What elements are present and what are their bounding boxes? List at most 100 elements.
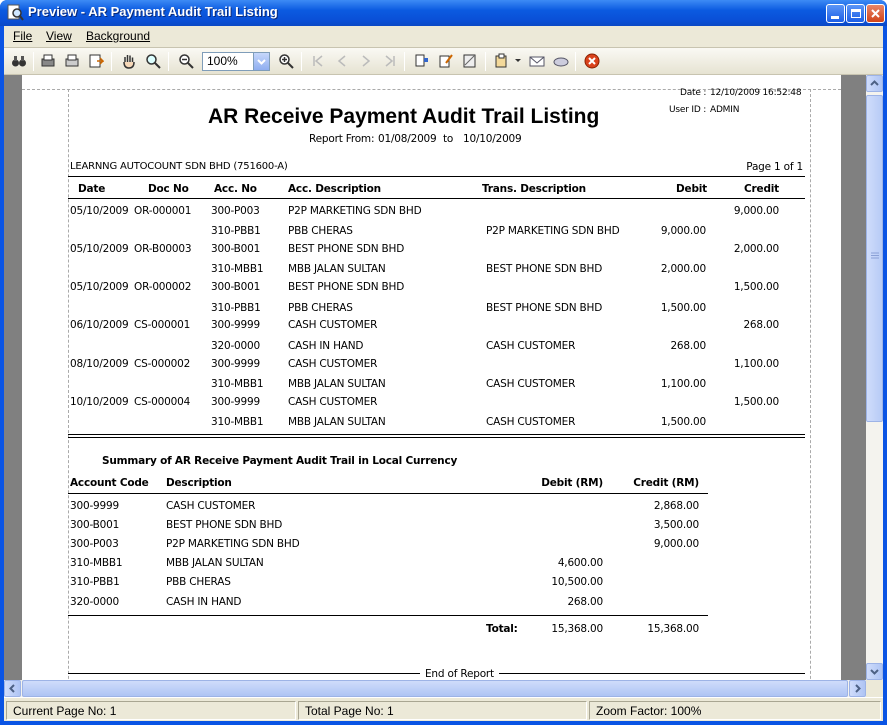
row-acc-description: CASH CUSTOMER	[288, 396, 378, 408]
summary-description: CASH CUSTOMER	[166, 500, 256, 512]
row-credit: 268.00	[743, 319, 779, 331]
report-page: Date : 12/10/2009 16:52:48 User ID : ADM…	[22, 75, 841, 680]
row-acc-no: 300-9999	[211, 396, 260, 408]
close-window-button[interactable]	[866, 4, 885, 23]
background-icon[interactable]	[462, 53, 478, 69]
summary-account-code: 310-MBB1	[70, 557, 123, 569]
horizontal-scroll-thumb[interactable]	[22, 680, 848, 697]
menu-background[interactable]: Background	[86, 29, 150, 43]
status-bar: Current Page No: 1 Total Page No: 1 Zoom…	[4, 697, 883, 721]
row-credit: 1,500.00	[733, 281, 779, 293]
row-date: 10/10/2009	[70, 396, 129, 408]
magnifier-icon[interactable]	[145, 53, 161, 69]
first-page-icon[interactable]	[310, 53, 326, 69]
row-trans-description: P2P MARKETING SDN BHD	[486, 225, 620, 237]
row-credit: 1,100.00	[733, 358, 779, 370]
col-debit: Debit	[676, 183, 707, 195]
vertical-scrollbar[interactable]	[866, 75, 883, 680]
vertical-scroll-thumb[interactable]	[866, 95, 883, 422]
end-of-report: End of Report	[420, 668, 499, 680]
row-date: 08/10/2009	[70, 358, 129, 370]
window-title: Preview - AR Payment Audit Trail Listing	[28, 4, 278, 19]
status-zoom-factor: Zoom Factor: 100%	[589, 701, 881, 720]
page-indicator: Page 1 of 1	[746, 161, 803, 173]
menu-view[interactable]: View	[46, 29, 72, 43]
row-date: 05/10/2009	[70, 243, 129, 255]
chevron-down-icon[interactable]	[253, 53, 269, 70]
zoom-out-icon[interactable]	[178, 53, 194, 69]
edit-page-icon[interactable]	[438, 53, 454, 69]
summary-account-code: 310-PBB1	[70, 576, 120, 588]
maximize-icon	[851, 9, 861, 18]
hand-tool-icon[interactable]	[121, 53, 137, 69]
row-acc-no: 300-B001	[211, 281, 261, 293]
summary-description: BEST PHONE SDN BHD	[166, 519, 283, 531]
toolbar-separator	[33, 52, 34, 71]
summary-description: MBB JALAN SULTAN	[166, 557, 264, 569]
row-acc-no: 300-9999	[211, 319, 260, 331]
maximize-button[interactable]	[846, 4, 865, 23]
zoom-in-icon[interactable]	[278, 53, 294, 69]
date-label: Date :	[680, 88, 707, 98]
row-acc-no: 310-PBB1	[211, 225, 261, 237]
report-range-from: 01/08/2009	[378, 133, 437, 145]
detail-end-line-1	[68, 434, 805, 435]
minimize-button[interactable]	[826, 4, 845, 23]
close-preview-icon[interactable]	[584, 53, 600, 69]
toolbar-separator	[301, 52, 302, 71]
scroll-down-button[interactable]	[866, 663, 883, 680]
row-debit: 1,500.00	[660, 302, 706, 314]
email-icon[interactable]	[529, 53, 545, 69]
export-button[interactable]	[88, 53, 104, 69]
row-credit: 2,000.00	[733, 243, 779, 255]
summary-total-line	[68, 615, 708, 616]
scroll-right-button[interactable]	[849, 680, 866, 697]
print-button[interactable]	[64, 53, 80, 69]
chevron-left-icon	[9, 684, 15, 693]
row-debit: 1,500.00	[660, 416, 706, 428]
zoom-combobox[interactable]: 100%	[202, 52, 270, 71]
zoom-value: 100%	[207, 54, 238, 68]
row-trans-description: CASH CUSTOMER	[486, 340, 576, 352]
summary-debit: 10,500.00	[551, 576, 603, 588]
status-total-page: Total Page No: 1	[298, 701, 587, 720]
chevron-down-icon[interactable]	[514, 58, 522, 64]
title-bar[interactable]: Preview - AR Payment Audit Trail Listing	[0, 0, 887, 26]
scroll-left-button[interactable]	[4, 680, 21, 697]
menu-file[interactable]: File	[13, 29, 32, 43]
report-viewport[interactable]: Date : 12/10/2009 16:52:48 User ID : ADM…	[4, 75, 866, 680]
page-layout-icon[interactable]	[414, 53, 430, 69]
toolbar-separator	[575, 52, 576, 71]
col-trans-description: Trans. Description	[482, 183, 586, 195]
summary-description: PBB CHERAS	[166, 576, 231, 588]
last-page-icon[interactable]	[382, 53, 398, 69]
summary-account-code: 300-B001	[70, 519, 120, 531]
row-acc-description: BEST PHONE SDN BHD	[288, 281, 405, 293]
row-acc-description: BEST PHONE SDN BHD	[288, 243, 405, 255]
horizontal-scrollbar[interactable]	[4, 680, 866, 697]
report-range-prefix: Report From:	[309, 133, 375, 145]
scroll-up-button[interactable]	[866, 75, 883, 92]
watermark-icon[interactable]	[553, 53, 569, 69]
report-range-to: 10/10/2009	[463, 133, 522, 145]
toolbar-separator	[485, 52, 486, 71]
header-top-line	[68, 176, 805, 177]
previous-page-icon[interactable]	[334, 53, 350, 69]
next-page-icon[interactable]	[358, 53, 374, 69]
row-credit: 1,500.00	[733, 396, 779, 408]
row-trans-description: CASH CUSTOMER	[486, 378, 576, 390]
row-date: 05/10/2009	[70, 281, 129, 293]
row-debit: 268.00	[670, 340, 706, 352]
preview-window: Preview - AR Payment Audit Trail Listing…	[0, 0, 887, 725]
row-acc-no: 320-0000	[211, 340, 260, 352]
grip-icon	[871, 252, 879, 259]
summary-debit: 4,600.00	[557, 557, 603, 569]
row-acc-description: MBB JALAN SULTAN	[288, 416, 386, 428]
summary-col-account-code: Account Code	[70, 477, 149, 489]
report-title: AR Receive Payment Audit Trail Listing	[208, 105, 600, 128]
print-setup-button[interactable]	[40, 53, 56, 69]
export-document-icon[interactable]	[494, 53, 510, 69]
row-acc-no: 310-MBB1	[211, 378, 264, 390]
find-button[interactable]	[11, 53, 27, 69]
summary-credit: 3,500.00	[653, 519, 699, 531]
